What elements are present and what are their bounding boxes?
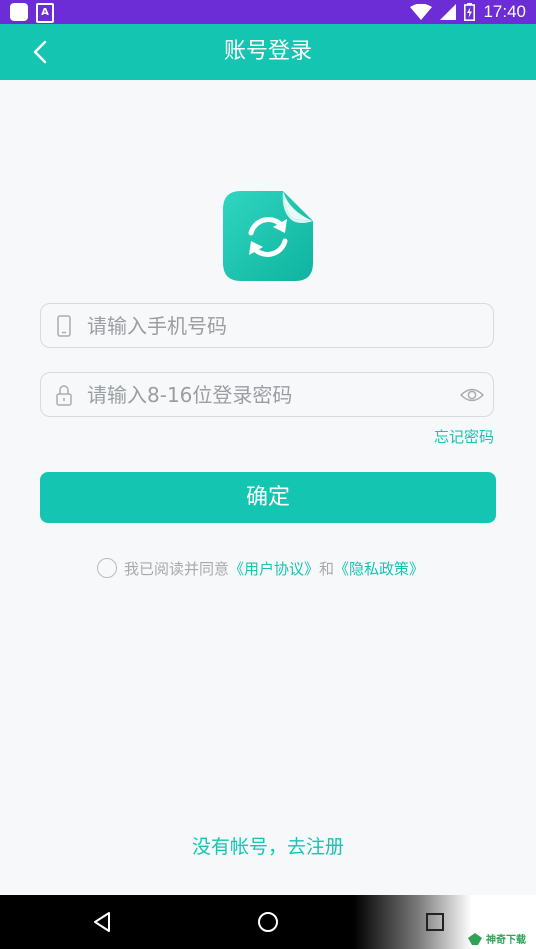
back-triangle-icon — [94, 912, 110, 932]
lock-icon — [56, 385, 72, 406]
nav-home-button[interactable] — [246, 895, 290, 949]
agreement-row: 我已阅读并同意 《用户协议》 和 《隐私政策》 — [97, 556, 424, 580]
status-time: 17:40 — [483, 2, 526, 21]
password-field — [40, 372, 494, 417]
signal-icon — [440, 4, 457, 20]
system-nav-bar: 神奇下载 — [0, 895, 536, 949]
confirm-button[interactable]: 确定 — [40, 472, 496, 523]
privacy-policy-link[interactable]: 《隐私政策》 — [334, 558, 424, 579]
phone-input[interactable] — [87, 304, 447, 347]
notification-icon — [10, 3, 28, 21]
agreement-and: 和 — [319, 559, 335, 578]
eye-icon[interactable] — [460, 384, 484, 406]
phone-field — [40, 303, 494, 348]
forgot-password-link[interactable]: 忘记密码 — [434, 426, 494, 447]
phone-icon — [57, 315, 71, 337]
watermark: 神奇下载 — [468, 931, 526, 946]
header-bar: 账号登录 — [0, 24, 536, 80]
user-agreement-link[interactable]: 《用户协议》 — [229, 558, 319, 579]
sync-document-icon — [223, 191, 313, 281]
password-input[interactable] — [87, 373, 447, 416]
agreement-checkbox[interactable] — [97, 558, 117, 578]
home-circle-icon — [258, 912, 278, 932]
a-icon: A — [36, 3, 54, 23]
watermark-text: 神奇下载 — [486, 935, 526, 946]
status-bar: A 17:40 — [0, 0, 536, 24]
recents-square-icon — [426, 913, 444, 931]
watermark-logo-icon — [468, 932, 482, 945]
battery-icon — [464, 3, 476, 21]
page-title: 账号登录 — [223, 39, 312, 64]
nav-back-button[interactable] — [80, 895, 124, 949]
agreement-prefix: 我已阅读并同意 — [124, 559, 230, 578]
nav-recents-button[interactable] — [413, 895, 457, 949]
register-link[interactable]: 没有帐号，去注册 — [0, 832, 536, 859]
wifi-icon — [410, 4, 433, 20]
